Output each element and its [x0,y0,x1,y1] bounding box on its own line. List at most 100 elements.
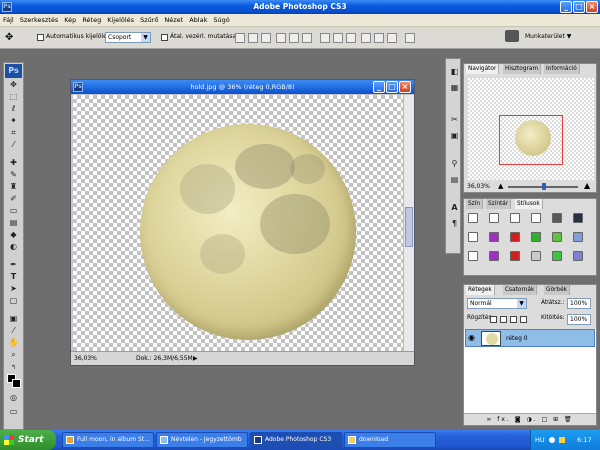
navigator-preview[interactable] [468,78,594,180]
style-swatch[interactable] [489,232,499,242]
menu-item-image[interactable]: Kép [64,16,76,24]
layers-bottom-toolbar[interactable]: ∞ fx. ◙ ◑. □ ⊞ 🗑 [464,413,596,425]
dodge-tool-icon[interactable]: ◐ [7,242,20,252]
style-swatch[interactable] [510,232,520,242]
distribute-top-icon[interactable] [320,33,330,43]
style-swatch[interactable] [531,213,541,223]
style-swatch[interactable] [531,232,541,242]
tab-paths[interactable]: Görbék [544,285,571,295]
style-swatch[interactable] [489,213,499,223]
style-swatch[interactable] [510,213,520,223]
lock-position-icon[interactable] [510,316,517,323]
image-canvas[interactable] [73,95,403,351]
navigator-panel-icon[interactable]: ◧ [448,67,461,77]
doc-close-button[interactable]: × [399,81,411,93]
screen-mode-icon[interactable]: ▭ [7,407,20,417]
move-tool-icon[interactable]: ✥ [5,32,13,43]
history-panel-icon[interactable]: ▦ [448,83,461,93]
menu-item-filter[interactable]: Szűrő [140,16,158,24]
swap-colors-icon[interactable]: ↰ [7,363,20,373]
style-swatch[interactable] [489,251,499,261]
style-swatch[interactable] [468,251,478,261]
path-selection-tool-icon[interactable]: ➤ [7,284,20,294]
task-firefox[interactable]: Full moon, in album St... [62,432,154,448]
workspace-dropdown[interactable]: Munkaterület ▼ [525,33,571,40]
distribute-left-icon[interactable] [361,33,371,43]
menu-item-layer[interactable]: Réteg [82,16,101,24]
menu-item-select[interactable]: Kijelölés [107,16,134,24]
volume-icon[interactable] [559,437,565,443]
close-button[interactable]: × [586,1,598,13]
layer-row[interactable]: ◉ réteg 0 [465,329,595,347]
align-top-icon[interactable] [235,33,245,43]
align-right-icon[interactable] [302,33,312,43]
style-swatch[interactable] [468,213,478,223]
lasso-tool-icon[interactable]: ℓ [7,104,20,114]
tab-styles[interactable]: Stílusok [515,199,543,209]
lock-transparent-icon[interactable] [490,316,497,323]
brushes-panel-icon[interactable]: ⚲ [448,159,461,169]
menu-item-edit[interactable]: Szerkesztés [20,16,58,24]
zoom-slider-handle[interactable] [542,183,546,190]
zoom-level[interactable]: 36,03% [74,352,97,365]
menu-item-view[interactable]: Nézet [164,16,183,24]
eyedropper-tool-icon[interactable]: ⁄ [7,140,20,150]
navigator-zoom[interactable]: 36,03% [467,183,490,190]
style-swatch[interactable] [573,213,583,223]
clone-stamp-tool-icon[interactable]: ♜ [7,182,20,192]
scroll-thumb[interactable] [405,207,413,247]
task-photoshop[interactable]: Adobe Photoshop CS3 [250,432,342,448]
style-swatch[interactable] [573,232,583,242]
style-swatch[interactable] [552,232,562,242]
tab-layers[interactable]: Rétegek [466,285,495,295]
brush-tool-icon[interactable]: ✎ [7,170,20,180]
distribute-right-icon[interactable] [387,33,397,43]
align-bottom-icon[interactable] [261,33,271,43]
distribute-hcenter-icon[interactable] [374,33,384,43]
eraser-tool-icon[interactable]: ▭ [7,206,20,216]
clone-source-icon[interactable]: ▤ [448,175,461,185]
start-button[interactable]: Start [0,430,56,450]
opacity-input[interactable]: 100% [567,298,591,309]
style-swatch[interactable] [552,213,562,223]
style-swatch[interactable] [531,251,541,261]
history-brush-tool-icon[interactable]: ✐ [7,194,20,204]
distribute-bottom-icon[interactable] [346,33,356,43]
minimize-button[interactable]: _ [560,1,572,13]
distribute-vcenter-icon[interactable] [333,33,343,43]
tab-navigator[interactable]: Navigátor [466,64,500,74]
language-indicator[interactable]: HU [535,430,545,450]
blur-tool-icon[interactable]: ◆ [7,230,20,240]
blend-mode-dropdown[interactable]: Normál ▼ [467,298,527,309]
character-panel-icon[interactable]: A [448,203,461,213]
quick-mask-icon[interactable]: ◎ [7,393,20,403]
paragraph-panel-icon[interactable]: ¶ [448,219,461,229]
eyedropper-sample-tool-icon[interactable]: ⁄ [7,326,20,336]
lock-pixels-icon[interactable] [500,316,507,323]
layer-name[interactable]: réteg 0 [506,335,528,342]
type-tool-icon[interactable]: T [7,272,20,282]
show-transform-checkbox[interactable] [161,34,168,41]
align-vcenter-icon[interactable] [248,33,258,43]
eye-icon[interactable]: ◉ [468,333,475,342]
auto-select-checkbox[interactable] [37,34,44,41]
status-arrow-icon[interactable]: ▶ [193,352,198,365]
task-notepad[interactable]: Névtelen - Jegyzettömb [156,432,248,448]
healing-brush-tool-icon[interactable]: ✚ [7,158,20,168]
doc-maximize-button[interactable]: □ [386,81,398,93]
tab-channels[interactable]: Csatornák [503,285,538,295]
lock-all-icon[interactable] [520,316,527,323]
tray-icon[interactable] [549,437,555,443]
fill-input[interactable]: 100% [567,314,591,325]
doc-minimize-button[interactable]: _ [373,81,385,93]
crop-tool-icon[interactable]: ⌗ [7,128,20,138]
tab-swatches[interactable]: Színtár [486,199,512,209]
auto-align-icon[interactable] [405,33,415,43]
menu-item-help[interactable]: Súgó [213,16,229,24]
magic-wand-tool-icon[interactable]: ✦ [7,116,20,126]
maximize-button[interactable]: □ [573,1,585,13]
style-swatch[interactable] [510,251,520,261]
style-swatch[interactable] [573,251,583,261]
hand-tool-icon[interactable]: ✋ [7,338,20,348]
auto-select-dropdown[interactable]: Csoport ▼ [105,32,151,43]
